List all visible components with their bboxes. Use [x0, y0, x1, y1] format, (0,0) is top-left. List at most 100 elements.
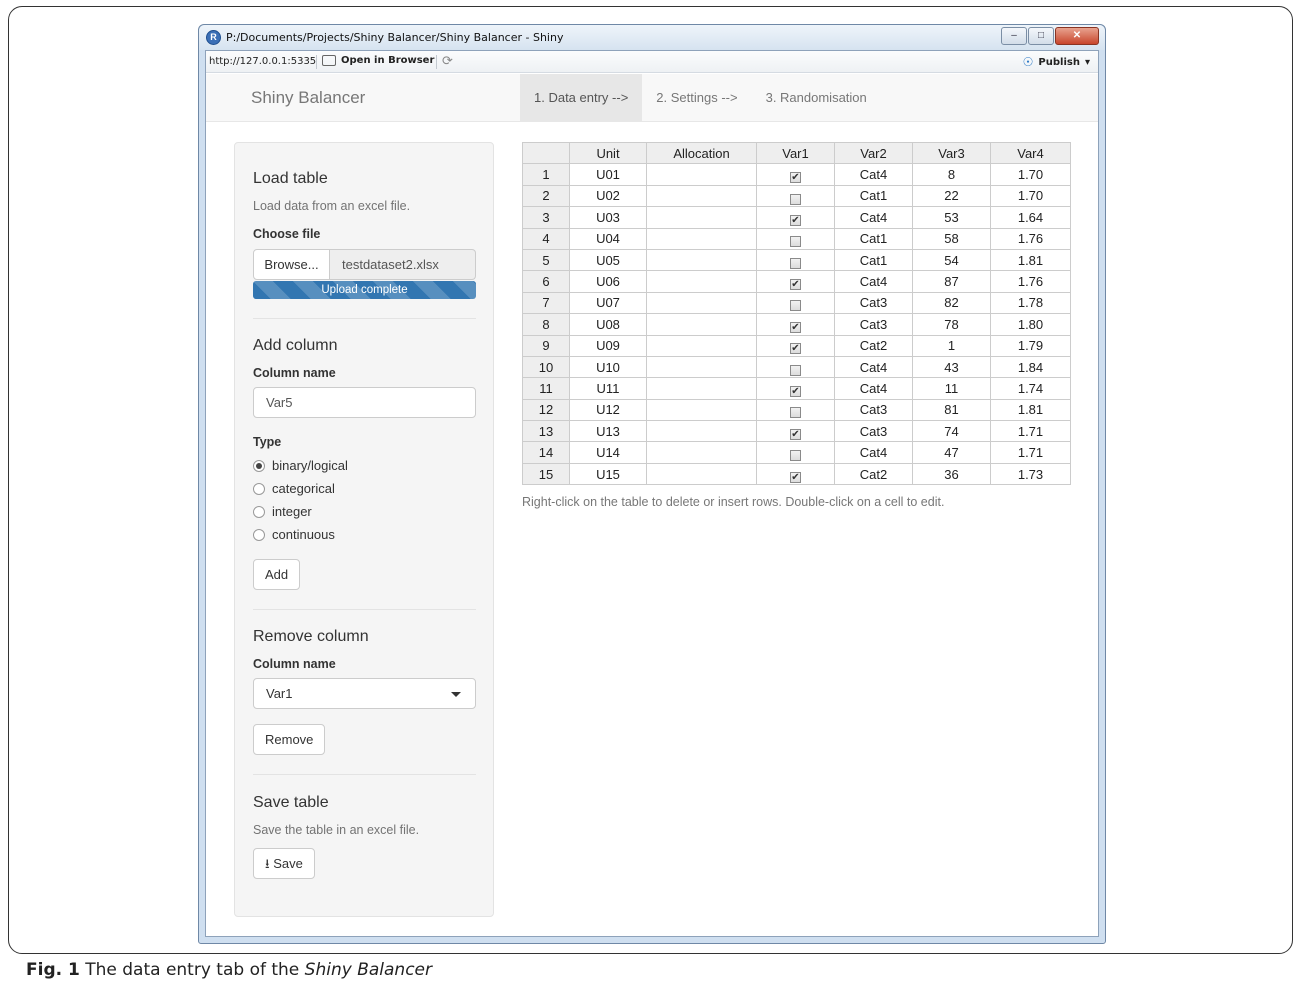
allocation-cell[interactable] — [646, 163, 757, 186]
var1-cell[interactable] — [756, 355, 835, 379]
var2-cell[interactable]: Cat4 — [834, 377, 913, 400]
unit-cell[interactable]: U02 — [569, 184, 647, 208]
remove-column-button[interactable]: Remove — [253, 724, 326, 755]
var4-cell[interactable]: 1.76 — [990, 270, 1071, 293]
file-name-field[interactable]: testdataset2.xlsx — [330, 249, 476, 280]
row-header[interactable]: 6 — [522, 270, 570, 293]
column-header[interactable]: Var2 — [834, 141, 913, 165]
var1-cell[interactable]: ✔ — [756, 420, 835, 443]
var3-cell[interactable]: 53 — [912, 206, 991, 229]
allocation-cell[interactable] — [646, 355, 757, 379]
refresh-icon[interactable]: ⟳ — [442, 54, 453, 69]
allocation-cell[interactable] — [646, 377, 757, 400]
var4-cell[interactable]: 1.71 — [990, 441, 1071, 464]
var2-cell[interactable]: Cat4 — [834, 355, 913, 379]
column-header[interactable]: Unit — [569, 141, 647, 165]
column-header[interactable] — [522, 141, 570, 165]
allocation-cell[interactable] — [646, 206, 757, 229]
var4-cell[interactable]: 1.79 — [990, 334, 1071, 357]
var2-cell[interactable]: Cat4 — [834, 206, 913, 229]
open-in-browser-button[interactable]: Open in Browser — [322, 55, 434, 66]
browse-button[interactable]: Browse... — [253, 249, 330, 280]
var4-cell[interactable]: 1.81 — [990, 398, 1071, 422]
data-table[interactable]: Unit Allocation Var1 Var2 Var3 Var4 1 U01… — [522, 141, 1071, 486]
column-header[interactable]: Var4 — [990, 141, 1071, 165]
var1-cell[interactable]: ✔ — [756, 206, 835, 229]
checkbox-checked-icon[interactable]: ✔ — [790, 343, 801, 355]
var4-cell[interactable]: 1.81 — [990, 248, 1071, 272]
var1-cell[interactable] — [756, 227, 835, 250]
var3-cell[interactable]: 74 — [912, 420, 991, 443]
var4-cell[interactable]: 1.84 — [990, 355, 1071, 379]
unit-cell[interactable]: U03 — [569, 206, 647, 229]
allocation-cell[interactable] — [646, 248, 757, 272]
var2-cell[interactable]: Cat2 — [834, 334, 913, 357]
var1-cell[interactable]: ✔ — [756, 462, 835, 486]
radio-integer[interactable]: integer — [253, 500, 476, 523]
row-header[interactable]: 8 — [522, 313, 570, 336]
var3-cell[interactable]: 8 — [912, 163, 991, 186]
var1-cell[interactable]: ✔ — [756, 334, 835, 357]
allocation-cell[interactable] — [646, 184, 757, 208]
var4-cell[interactable]: 1.80 — [990, 313, 1071, 336]
var1-cell[interactable] — [756, 398, 835, 422]
var3-cell[interactable]: 47 — [912, 441, 991, 464]
unit-cell[interactable]: U06 — [569, 270, 647, 293]
var2-cell[interactable]: Cat3 — [834, 313, 913, 336]
unit-cell[interactable]: U01 — [569, 163, 647, 186]
checkbox-checked-icon[interactable]: ✔ — [790, 428, 801, 440]
var1-cell[interactable] — [756, 441, 835, 464]
unit-cell[interactable]: U09 — [569, 334, 647, 357]
allocation-cell[interactable] — [646, 462, 757, 486]
maximize-button[interactable]: □ — [1028, 27, 1054, 45]
column-name-input[interactable]: Var5 — [253, 387, 476, 418]
var4-cell[interactable]: 1.76 — [990, 227, 1071, 250]
radio-binary-logical[interactable]: binary/logical — [253, 454, 476, 477]
var3-cell[interactable]: 22 — [912, 184, 991, 208]
var1-cell[interactable]: ✔ — [756, 163, 835, 186]
var2-cell[interactable]: Cat3 — [834, 398, 913, 422]
column-header[interactable]: Var3 — [912, 141, 991, 165]
unit-cell[interactable]: U13 — [569, 420, 647, 443]
row-header[interactable]: 1 — [522, 163, 570, 186]
var4-cell[interactable]: 1.70 — [990, 184, 1071, 208]
var3-cell[interactable]: 54 — [912, 248, 991, 272]
row-header[interactable]: 14 — [522, 441, 570, 464]
row-header[interactable]: 4 — [522, 227, 570, 250]
allocation-cell[interactable] — [646, 227, 757, 250]
var4-cell[interactable]: 1.71 — [990, 420, 1071, 443]
var1-cell[interactable] — [756, 184, 835, 208]
var2-cell[interactable]: Cat4 — [834, 163, 913, 186]
column-header[interactable]: Allocation — [646, 141, 757, 165]
unit-cell[interactable]: U10 — [569, 355, 647, 379]
row-header[interactable]: 11 — [522, 377, 570, 400]
var2-cell[interactable]: Cat4 — [834, 270, 913, 293]
checkbox-unchecked-icon[interactable] — [790, 257, 801, 269]
close-button[interactable]: ✕ — [1055, 27, 1099, 45]
allocation-cell[interactable] — [646, 334, 757, 357]
radio-continuous[interactable]: continuous — [253, 523, 476, 546]
unit-cell[interactable]: U14 — [569, 441, 647, 464]
var3-cell[interactable]: 87 — [912, 270, 991, 293]
row-header[interactable]: 5 — [522, 248, 570, 272]
allocation-cell[interactable] — [646, 313, 757, 336]
var2-cell[interactable]: Cat3 — [834, 420, 913, 443]
row-header[interactable]: 13 — [522, 420, 570, 443]
unit-cell[interactable]: U07 — [569, 291, 647, 315]
minimize-button[interactable]: – — [1001, 27, 1027, 45]
var4-cell[interactable]: 1.73 — [990, 462, 1071, 486]
checkbox-unchecked-icon[interactable] — [790, 300, 801, 312]
allocation-cell[interactable] — [646, 398, 757, 422]
checkbox-unchecked-icon[interactable] — [790, 364, 801, 376]
var4-cell[interactable]: 1.64 — [990, 206, 1071, 229]
row-header[interactable]: 10 — [522, 355, 570, 379]
checkbox-checked-icon[interactable]: ✔ — [790, 172, 801, 184]
var3-cell[interactable]: 43 — [912, 355, 991, 379]
var2-cell[interactable]: Cat1 — [834, 248, 913, 272]
row-header[interactable]: 12 — [522, 398, 570, 422]
remove-column-select[interactable]: Var1 — [253, 678, 476, 709]
var3-cell[interactable]: 82 — [912, 291, 991, 315]
checkbox-checked-icon[interactable]: ✔ — [790, 386, 801, 398]
row-header[interactable]: 7 — [522, 291, 570, 315]
var3-cell[interactable]: 1 — [912, 334, 991, 357]
